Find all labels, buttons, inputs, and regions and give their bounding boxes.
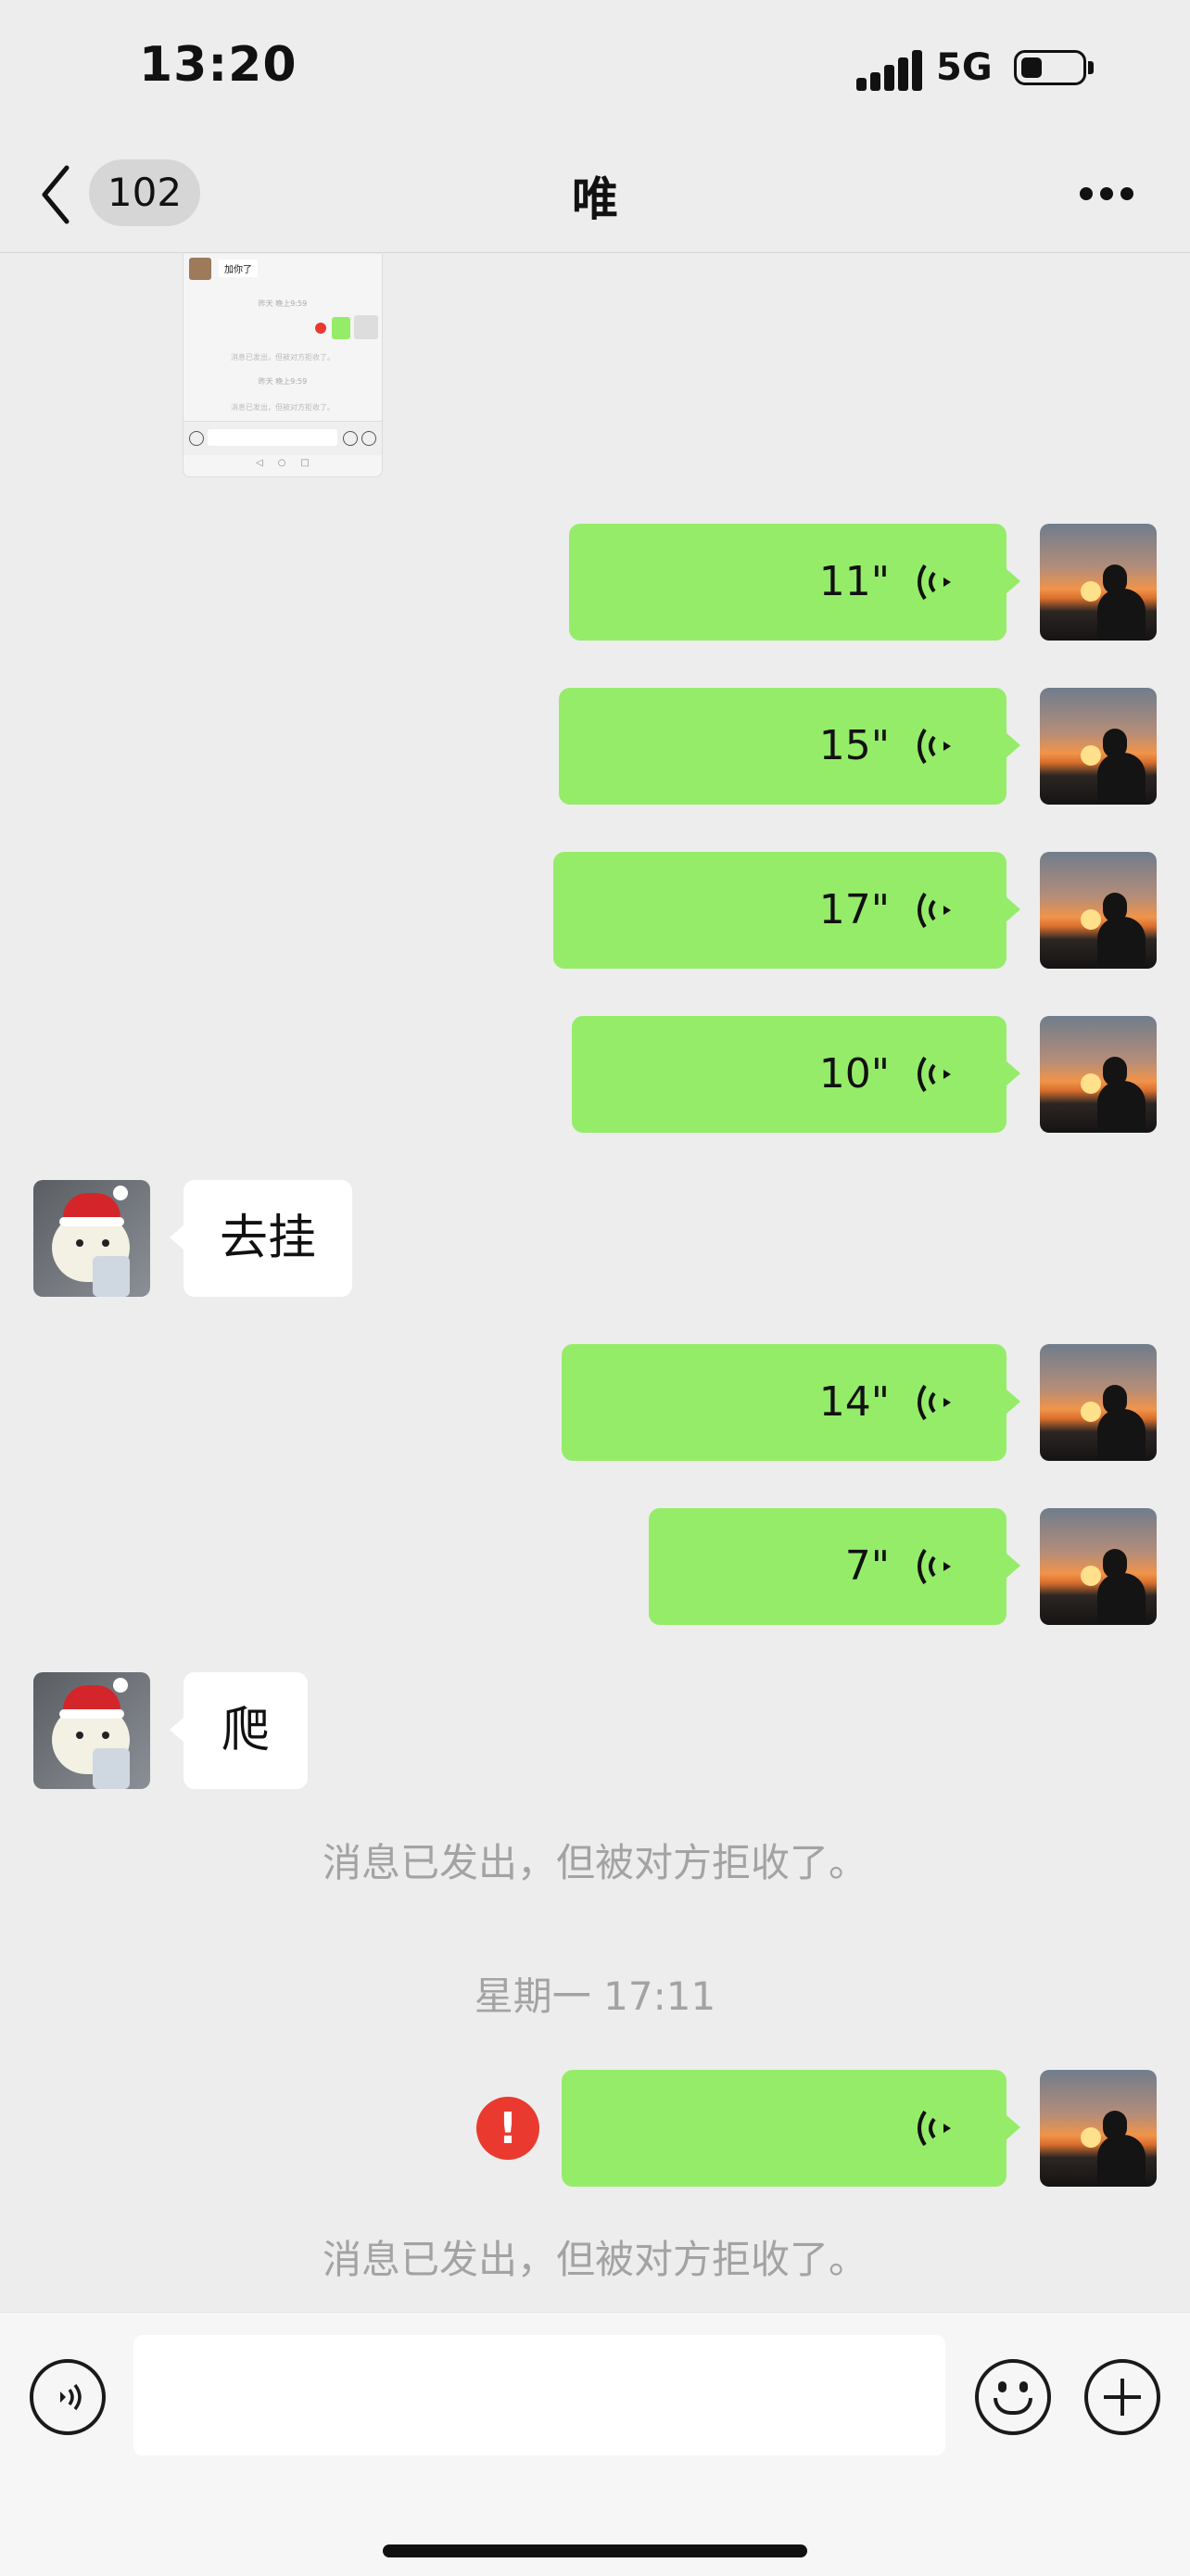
status-time: 13:20 — [139, 37, 298, 93]
voice-duration: 14" — [818, 1378, 890, 1426]
voice-message[interactable]: 11" — [569, 524, 1020, 641]
thumb-error-icon — [315, 323, 326, 334]
voice-wave-icon — [918, 1384, 951, 1421]
more-icon[interactable] — [1080, 187, 1135, 202]
signal-icon — [856, 48, 923, 91]
voice-duration: 11" — [818, 558, 890, 605]
voice-message[interactable]: 15" — [559, 688, 1020, 805]
voice-wave-icon — [918, 1548, 951, 1585]
voice-message[interactable]: 10" — [572, 1016, 1020, 1133]
thumb-bubble — [332, 317, 350, 339]
system-rejected-notice: 消息已发出，但被对方拒收了。 — [322, 1840, 867, 1885]
message-input[interactable] — [133, 2335, 945, 2455]
voice-message[interactable] — [562, 2070, 1020, 2187]
my-avatar[interactable] — [1040, 1016, 1157, 1133]
timestamp: 星期一 17:11 — [474, 1973, 716, 2019]
my-avatar[interactable] — [1040, 852, 1157, 969]
voice-wave-icon — [918, 2110, 951, 2147]
thumb-input-bar — [184, 421, 382, 455]
voice-duration: 17" — [818, 886, 890, 933]
voice-duration: 15" — [818, 722, 890, 769]
voice-message[interactable]: 17" — [553, 852, 1020, 969]
my-avatar[interactable] — [1040, 1344, 1157, 1461]
contact-avatar[interactable] — [33, 1180, 150, 1297]
send-failed-icon[interactable]: ! — [476, 2097, 539, 2160]
image-message-thumbnail[interactable]: 加你了 昨天 晚上9:59 消息已发出，但被对方拒收了。 昨天 晚上9:59 消… — [183, 254, 383, 477]
voice-input-icon[interactable] — [30, 2359, 106, 2435]
thumb-time2: 昨天 晚上9:59 — [258, 377, 308, 386]
status-bar: 13:20 5G — [0, 0, 1190, 139]
my-avatar[interactable] — [1040, 2070, 1157, 2187]
voice-duration: 10" — [818, 1050, 890, 1098]
my-avatar[interactable] — [1040, 524, 1157, 641]
my-avatar[interactable] — [1040, 1508, 1157, 1625]
voice-wave-icon — [918, 1056, 951, 1093]
chat-title: 唯 — [572, 172, 618, 226]
text-message[interactable]: 爬 — [170, 1672, 308, 1789]
emoji-icon[interactable] — [975, 2359, 1051, 2435]
chat-header: 102 唯 — [0, 139, 1190, 253]
text-message[interactable]: 去挂 — [170, 1180, 352, 1297]
battery-tip — [1088, 61, 1094, 74]
message-text: 爬 — [221, 1703, 270, 1758]
voice-message[interactable]: 14" — [562, 1344, 1020, 1461]
thumb-avatar — [189, 258, 211, 280]
voice-wave-icon — [918, 892, 951, 929]
contact-avatar[interactable] — [33, 1672, 150, 1789]
input-toolbar — [0, 2312, 1190, 2576]
thumb-avatar-bear — [354, 315, 378, 339]
home-indicator — [383, 2544, 807, 2557]
message-text: 去挂 — [219, 1211, 316, 1266]
network-label: 5G — [936, 46, 993, 89]
thumb-rejected: 消息已发出，但被对方拒收了。 — [231, 353, 335, 362]
voice-duration: 7" — [844, 1542, 890, 1590]
thumb-nav-buttons: ◁ ○ □ — [256, 458, 310, 468]
system-rejected-notice: 消息已发出，但被对方拒收了。 — [322, 2237, 867, 2282]
voice-wave-icon — [918, 728, 951, 765]
voice-message[interactable]: 7" — [649, 1508, 1020, 1625]
battery-icon — [1014, 50, 1086, 85]
voice-wave-icon — [918, 564, 951, 601]
my-avatar[interactable] — [1040, 688, 1157, 805]
thumb-time: 昨天 晚上9:59 — [258, 299, 308, 308]
thumb-text: 加你了 — [219, 260, 258, 277]
plus-icon[interactable] — [1084, 2359, 1160, 2435]
thumb-rejected2: 消息已发出，但被对方拒收了。 — [231, 403, 335, 412]
